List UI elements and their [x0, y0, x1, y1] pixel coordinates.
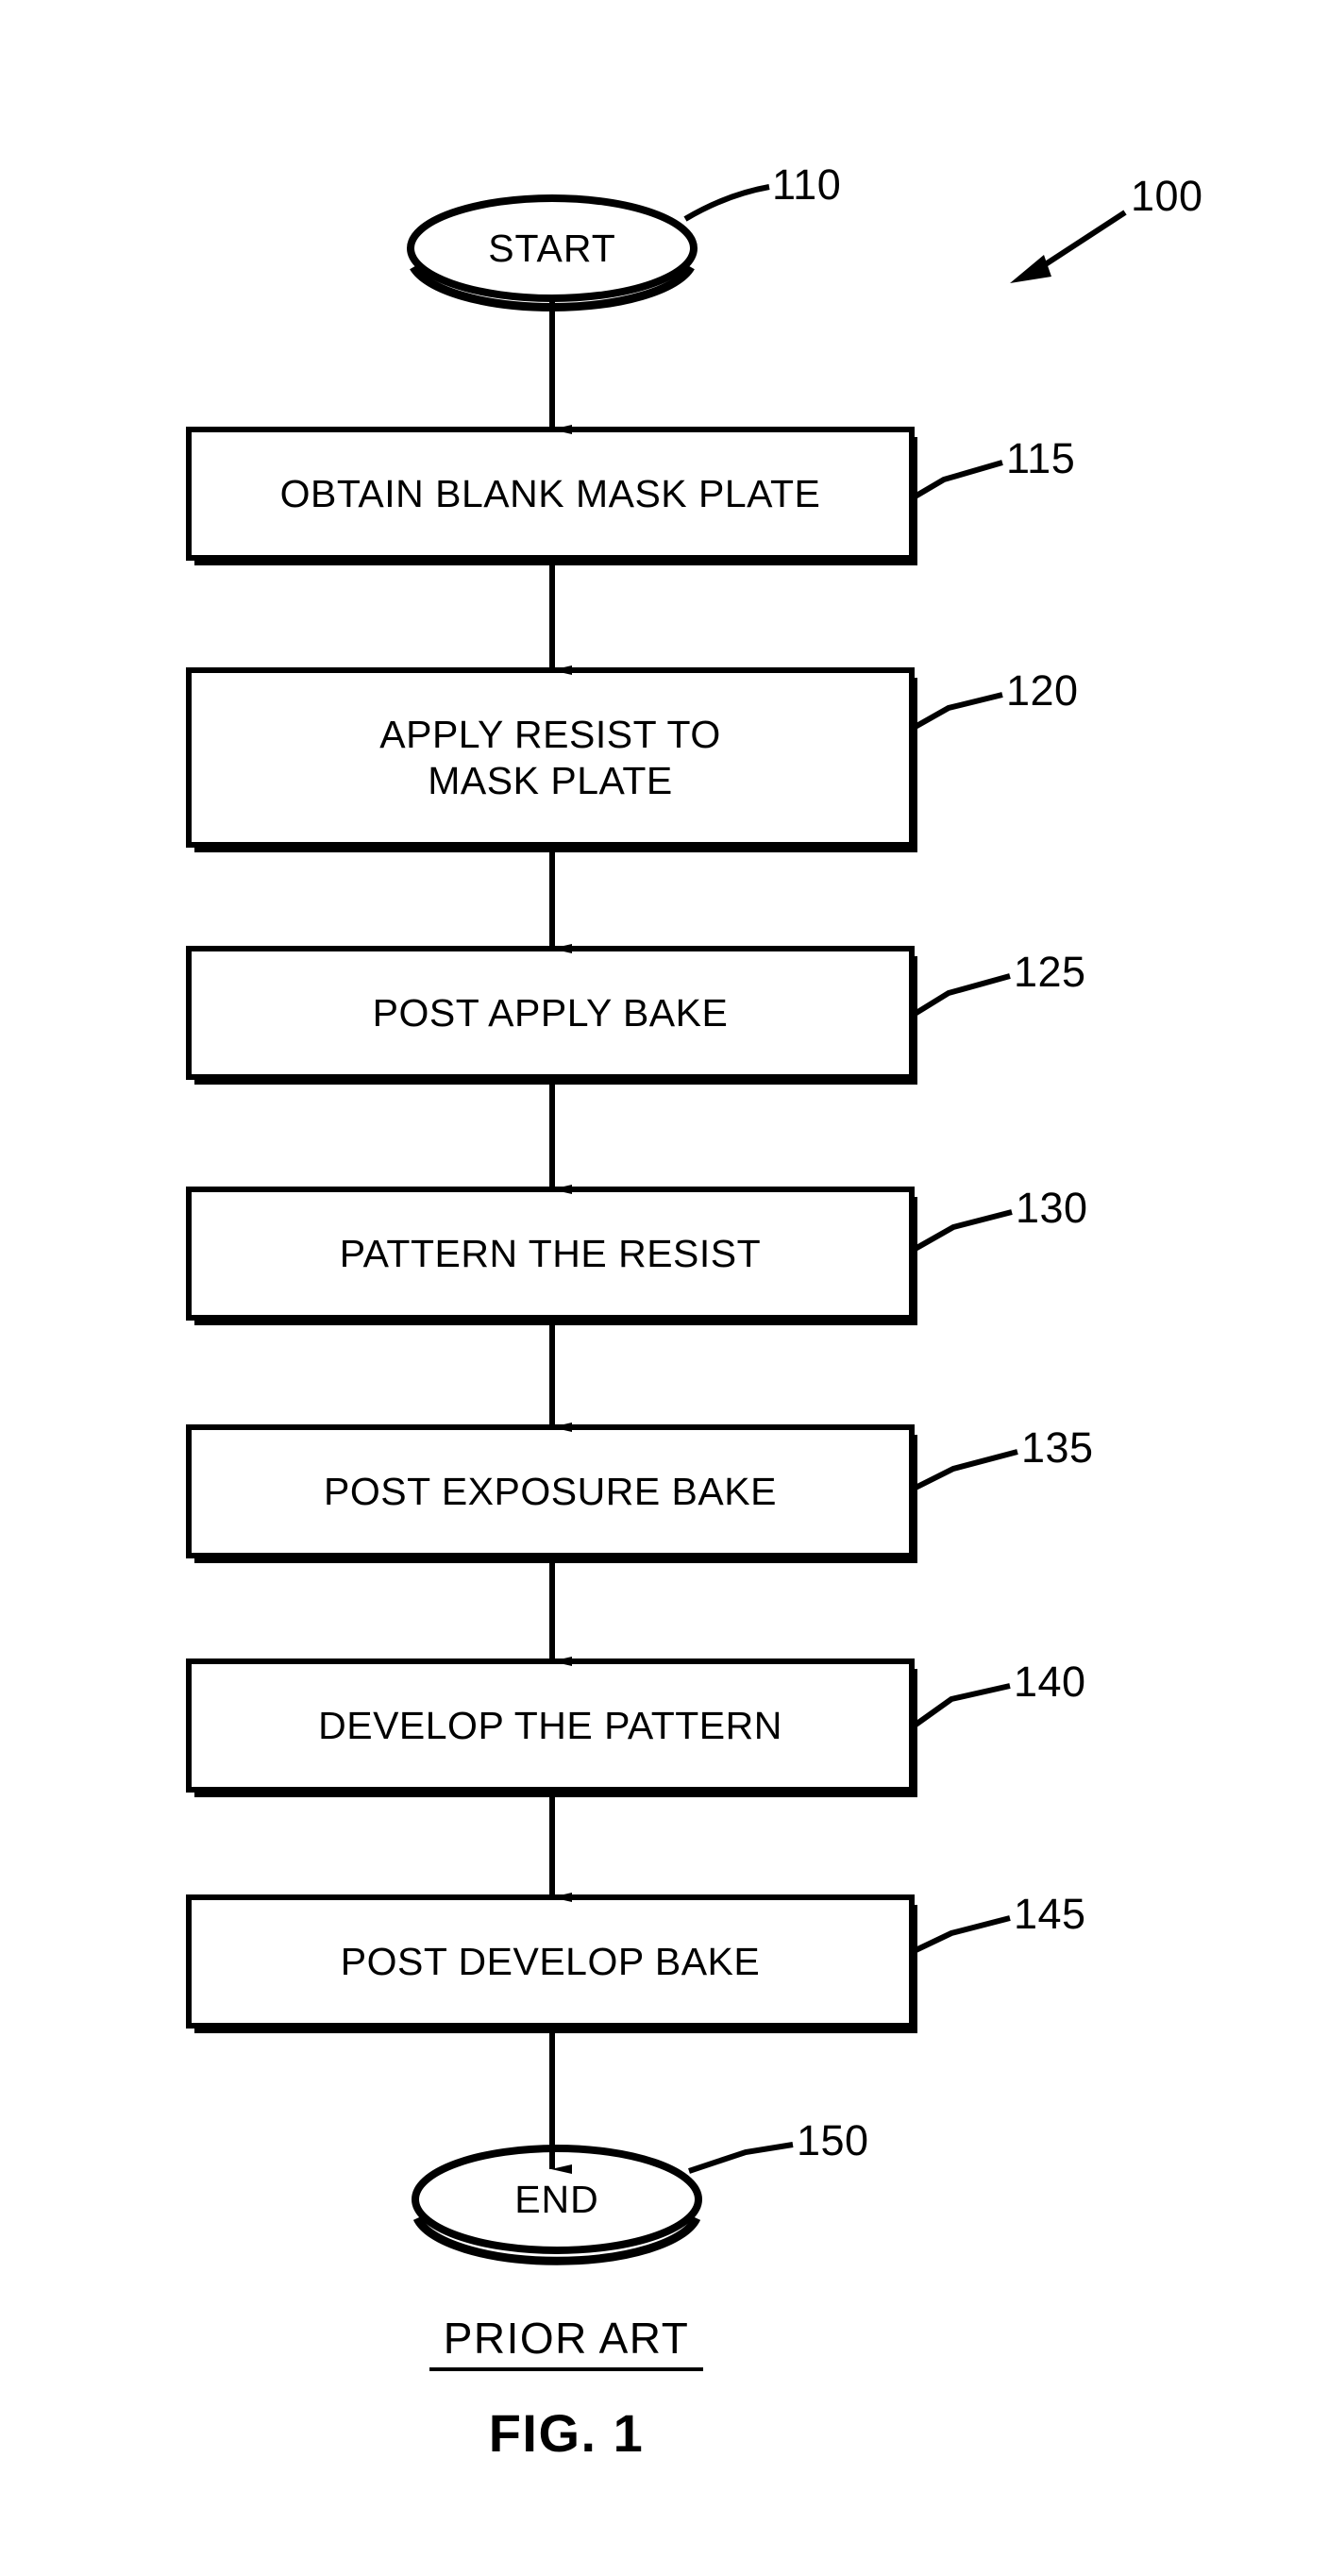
node-develop-the-pattern-shape — [186, 1658, 917, 1797]
patent-figure: START OBTAIN BLANK MASK PLATE APPLY RESI… — [0, 0, 1328, 2576]
node-develop-the-pattern-leader — [910, 1683, 1011, 1730]
node-pattern-the-resist-shape — [186, 1187, 917, 1325]
reference-numeral-140: 140 — [1014, 1658, 1086, 1706]
node-post-develop-bake-shape — [186, 1894, 917, 2033]
node-start-shape — [407, 194, 698, 311]
node-apply-resist-to-mask-plate-shape — [186, 667, 917, 852]
node-post-exposure-bake-shape — [186, 1424, 917, 1563]
node-apply-resist-to-mask-plate-leader — [910, 692, 1003, 732]
node-start-leader — [683, 184, 770, 222]
reference-numeral-145: 145 — [1014, 1890, 1086, 1938]
node-end-shape — [412, 2145, 702, 2265]
flowchart-canvas — [186, 184, 1127, 2265]
reference-numeral-135: 135 — [1021, 1423, 1094, 1472]
node-post-apply-bake-shape — [186, 946, 917, 1085]
diagram-reference-leader — [1010, 210, 1127, 283]
reference-numeral-110: 110 — [772, 160, 842, 209]
node-post-develop-bake-leader — [910, 1915, 1011, 1955]
prior-art-caption: PRIOR ART — [429, 2313, 703, 2371]
node-obtain-blank-mask-plate-shape — [186, 427, 917, 565]
node-post-apply-bake-leader — [910, 973, 1011, 1019]
reference-numeral-120: 120 — [1006, 666, 1079, 715]
node-end-leader — [688, 2142, 794, 2174]
reference-numeral-130: 130 — [1016, 1184, 1088, 1232]
node-pattern-the-resist-leader — [910, 1209, 1013, 1254]
reference-numeral-115: 115 — [1006, 434, 1076, 482]
reference-numeral-100: 100 — [1131, 172, 1203, 220]
reference-numeral-150: 150 — [797, 2116, 869, 2164]
figure-caption: FIG. 1 — [488, 2403, 645, 2463]
reference-numeral-125: 125 — [1014, 948, 1086, 996]
node-post-exposure-bake-leader — [910, 1449, 1018, 1492]
node-obtain-blank-mask-plate-leader — [910, 460, 1003, 501]
